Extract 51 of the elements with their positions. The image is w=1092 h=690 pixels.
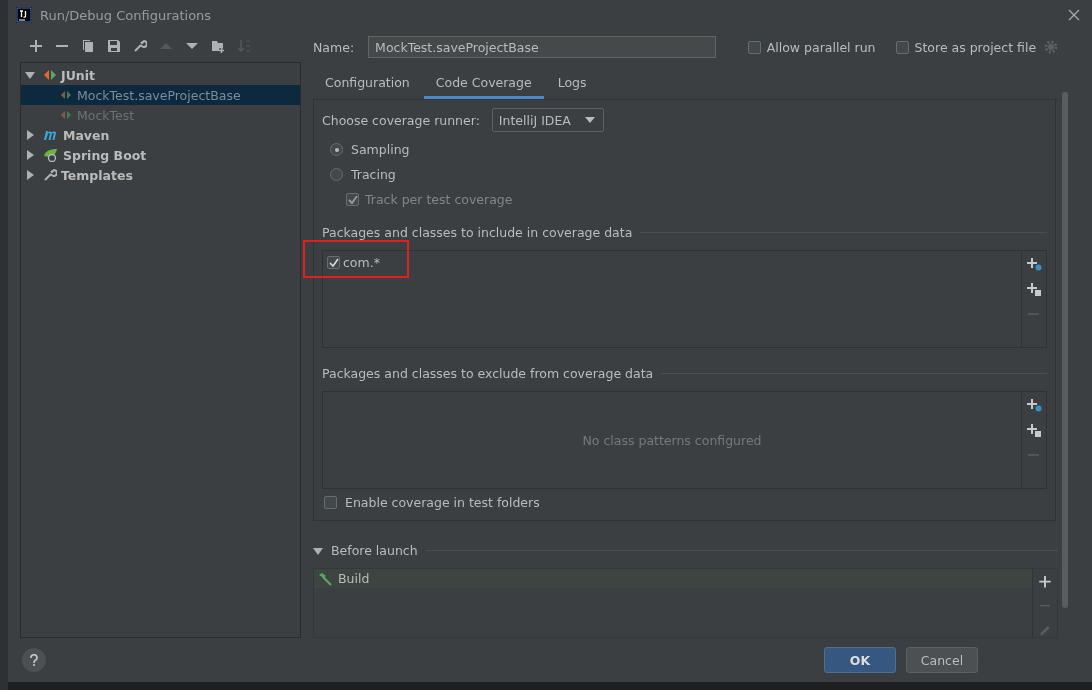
tab[interactable]: Configuration: [313, 70, 422, 99]
wrench-icon: [43, 168, 57, 182]
pattern-checkbox[interactable]: com.*: [325, 253, 382, 272]
runner-dropdown[interactable]: IntelliJ IDEA: [491, 108, 604, 132]
help-button[interactable]: [22, 648, 46, 672]
option-checkbox[interactable]: Store as project file: [895, 39, 1037, 55]
section-title: Before launch: [331, 543, 418, 558]
caret-icon: [584, 117, 595, 123]
add-package-icon[interactable]: [1026, 398, 1042, 412]
expand-arrow-icon[interactable]: [25, 150, 35, 160]
maven-m-icon: [43, 129, 59, 141]
tree-item[interactable]: Spring Boot: [21, 145, 300, 165]
name-field[interactable]: MockTest.saveProjectBase: [368, 36, 716, 58]
test-folders-checkbox[interactable]: Enable coverage in test folders: [322, 495, 1047, 510]
tree-item[interactable]: Templates: [21, 165, 300, 185]
ok-button[interactable]: OK: [824, 647, 896, 673]
diamond-icon: [59, 109, 73, 121]
add-icon[interactable]: [1038, 575, 1052, 589]
leaf-gear-icon: [43, 148, 59, 162]
tree-item[interactable]: Maven: [21, 125, 300, 145]
expand-arrow-icon[interactable]: [25, 170, 35, 180]
check-icon: [347, 194, 358, 205]
scrollbar[interactable]: [1062, 92, 1068, 608]
add-package-icon[interactable]: [1026, 257, 1042, 271]
cancel-button[interactable]: Cancel: [906, 647, 978, 673]
runner-label: Choose coverage runner:: [322, 112, 480, 128]
hammer-icon: [318, 571, 332, 586]
add-class-icon[interactable]: [1026, 282, 1042, 296]
mode-radio[interactable]: Tracing: [322, 167, 1047, 182]
name-label: Name:: [313, 39, 355, 55]
section-title: Packages and classes to exclude from coverage data: [322, 366, 654, 381]
option-checkbox[interactable]: Allow parallel run: [747, 39, 876, 55]
tree-item[interactable]: MockTest.saveProjectBase: [21, 85, 300, 105]
task-item[interactable]: Build: [314, 569, 1032, 588]
empty-list-text: No class patterns configured: [582, 432, 762, 448]
diamond-icon: [43, 69, 57, 81]
diamond-icon: [59, 89, 73, 101]
tab[interactable]: Logs: [545, 70, 599, 99]
close-icon[interactable]: [1068, 9, 1080, 21]
collapse-arrow-icon[interactable]: [313, 545, 323, 556]
mode-radio[interactable]: Sampling: [322, 142, 1047, 157]
window-title: Run/Debug Configurations: [40, 7, 212, 23]
app-logo-icon: [16, 7, 32, 23]
check-icon: [328, 257, 339, 268]
add-class-icon[interactable]: [1026, 423, 1042, 437]
question-mark-icon: [29, 654, 39, 666]
expand-arrow-icon[interactable]: [25, 70, 35, 80]
section-title: Packages and classes to include in coverage data: [322, 225, 633, 240]
expand-arrow-icon[interactable]: [25, 130, 35, 140]
tab[interactable]: Code Coverage: [423, 70, 544, 99]
tree-item[interactable]: JUnit: [21, 65, 300, 85]
